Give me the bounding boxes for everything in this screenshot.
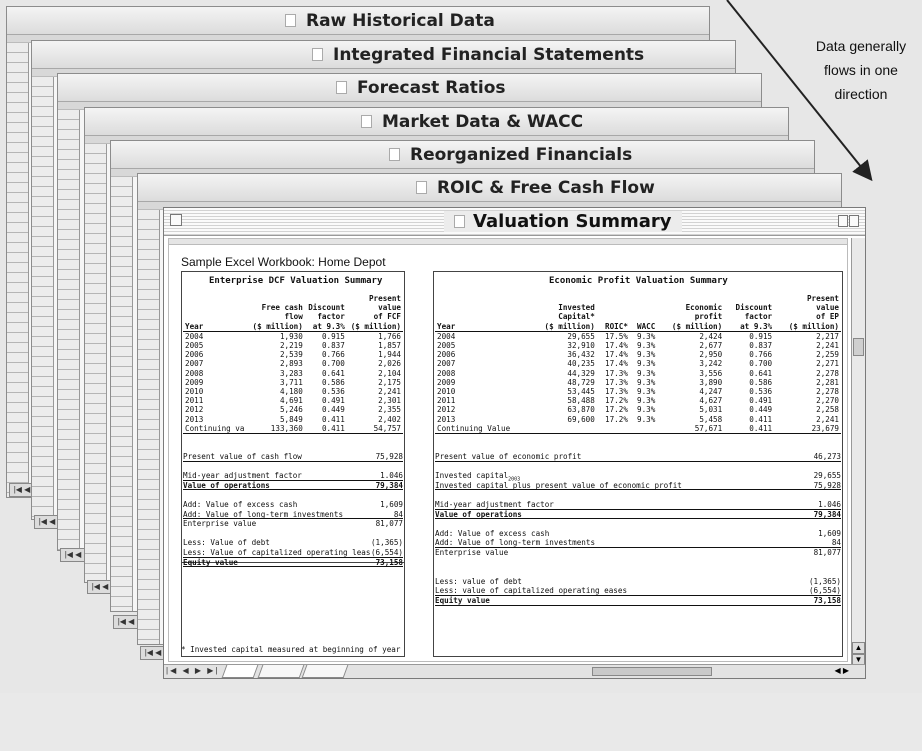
flow-arrow <box>726 0 873 182</box>
flow-arrow-line <box>726 0 873 182</box>
diagram-stage: { "windows": [ {"title":"Raw Historical … <box>0 0 922 751</box>
